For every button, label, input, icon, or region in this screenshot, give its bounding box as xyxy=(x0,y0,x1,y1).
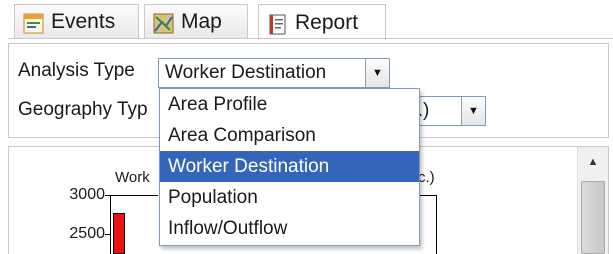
chevron-down-icon[interactable]: ▼ xyxy=(365,59,389,87)
vertical-scrollbar[interactable]: ▲ xyxy=(577,147,608,254)
tab-map[interactable]: Map xyxy=(144,4,248,38)
scroll-thumb[interactable] xyxy=(581,181,605,254)
chart-title-fragment: Work xyxy=(115,169,150,186)
chart-bar xyxy=(113,213,125,254)
dropdown-option-worker-destination[interactable]: Worker Destination xyxy=(160,151,419,182)
tab-report[interactable]: Report xyxy=(258,4,386,40)
y-tick-label: 3000 xyxy=(69,186,105,203)
analysis-type-dropdown-list: Area Profile Area Comparison Worker Dest… xyxy=(159,88,420,246)
map-icon xyxy=(153,11,174,34)
y-tick-label: 2500 xyxy=(69,225,105,242)
tab-report-label: Report xyxy=(295,11,359,34)
plot-frame-right xyxy=(436,195,437,254)
tab-divider xyxy=(8,38,613,39)
scroll-up-arrow-icon[interactable]: ▲ xyxy=(578,147,608,177)
y-axis xyxy=(110,195,111,254)
analysis-type-select[interactable]: Worker Destination ▼ xyxy=(158,58,390,88)
tab-events-label: Events xyxy=(51,10,116,33)
analysis-type-value: Worker Destination xyxy=(165,62,327,83)
analysis-type-label: Analysis Type xyxy=(18,60,135,81)
chevron-down-icon[interactable]: ▼ xyxy=(461,97,485,125)
plot-frame-top-right xyxy=(418,195,436,196)
dropdown-option-area-comparison[interactable]: Area Comparison xyxy=(160,120,419,151)
dropdown-option-inflow-outflow[interactable]: Inflow/Outflow xyxy=(160,213,419,244)
report-icon xyxy=(267,12,288,35)
tab-events[interactable]: Events xyxy=(14,4,139,38)
chart-title-fragment-right: c.) xyxy=(418,169,435,186)
events-icon xyxy=(23,11,44,34)
tab-map-label: Map xyxy=(181,10,222,33)
dropdown-option-population[interactable]: Population xyxy=(160,182,419,213)
dropdown-option-area-profile[interactable]: Area Profile xyxy=(160,89,419,120)
plot-frame-top xyxy=(110,195,158,196)
geography-type-label: Geography Typ xyxy=(18,99,148,120)
y-tick-mark xyxy=(105,234,111,235)
